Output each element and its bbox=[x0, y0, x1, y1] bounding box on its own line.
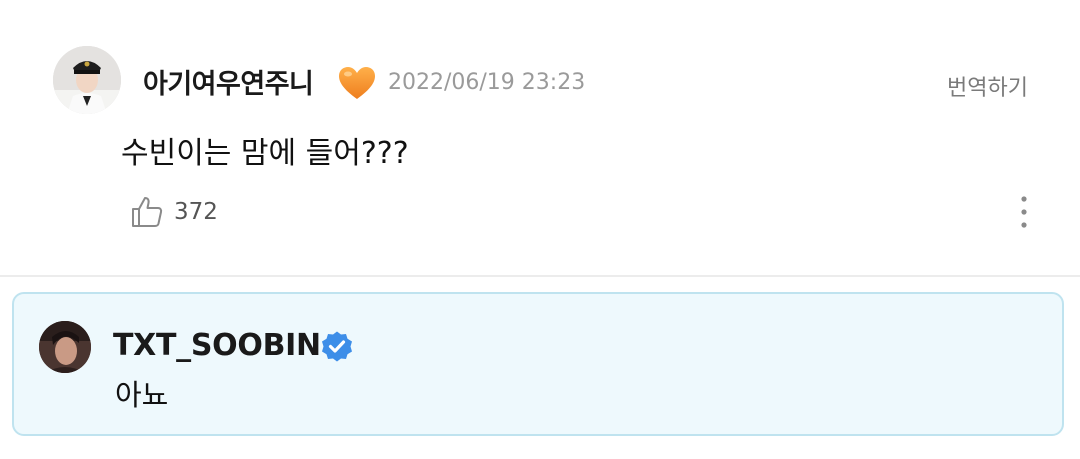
verified-badge-icon bbox=[322, 331, 352, 362]
like-button[interactable]: 372 bbox=[130, 194, 218, 230]
fan-comment: 아기여우연주니 2022/06/19 23:23 번역하기 수빈이는 맘에 들어… bbox=[0, 0, 1080, 276]
translate-button[interactable]: 번역하기 bbox=[947, 70, 1028, 102]
reply-text: 아뇨 bbox=[115, 378, 169, 412]
like-count: 372 bbox=[174, 199, 218, 225]
artist-username[interactable]: TXT_SOOBIN bbox=[113, 328, 321, 363]
more-vertical-icon[interactable] bbox=[1010, 194, 1038, 230]
thumbs-up-icon bbox=[132, 197, 163, 227]
comment-timestamp: 2022/06/19 23:23 bbox=[388, 70, 586, 95]
orange-heart-icon bbox=[339, 67, 375, 99]
commenter-avatar[interactable] bbox=[53, 46, 121, 114]
artist-reply: TXT_SOOBIN 아뇨 bbox=[12, 292, 1064, 436]
commenter-username[interactable]: 아기여우연주니 bbox=[143, 62, 314, 101]
artist-avatar[interactable] bbox=[39, 321, 91, 373]
comment-text: 수빈이는 맘에 들어??? bbox=[121, 136, 409, 171]
section-divider bbox=[0, 275, 1080, 277]
comment-thread: 아기여우연주니 2022/06/19 23:23 번역하기 수빈이는 맘에 들어… bbox=[0, 0, 1080, 459]
